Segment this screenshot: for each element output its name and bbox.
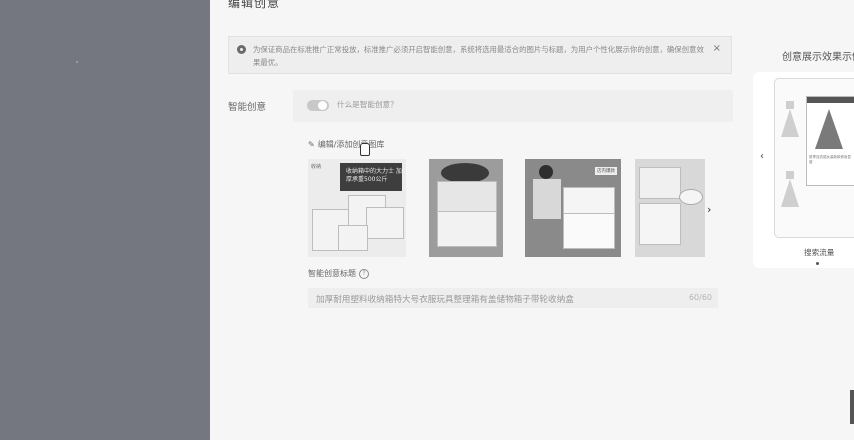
storage-box <box>639 167 681 199</box>
smart-title-label: 智能创意标题? <box>308 268 369 279</box>
creative-image-3[interactable]: 店内爆款 <box>525 159 621 257</box>
info-icon <box>237 45 246 54</box>
dress-thumbnail <box>781 109 799 137</box>
pillow <box>679 189 703 205</box>
popup-header <box>807 97 854 103</box>
notice-banner: 为保证商品在标准推广正常投放，标准推广必须开启智能创意，系统将选用最适合的图片与… <box>228 36 732 74</box>
char-counter: 60/60 <box>688 293 712 302</box>
preview-caption: 搜索流量 <box>804 248 835 257</box>
what-is-smart-creative-link[interactable]: 什么是智能创意？ <box>337 99 398 110</box>
storage-box <box>639 203 681 245</box>
storage-box <box>338 225 368 251</box>
storage-box <box>437 211 497 247</box>
edit-gallery-link[interactable]: ✎ 编辑/添加创意图库 <box>308 139 384 150</box>
hand-cursor-icon <box>360 143 370 156</box>
left-sidebar-overlay <box>0 0 210 440</box>
chevron-right-icon[interactable]: › <box>707 203 711 216</box>
smart-creative-toggle[interactable] <box>307 100 329 111</box>
person-body <box>533 179 561 219</box>
creative-image-2[interactable] <box>429 159 503 257</box>
storage-box <box>563 187 615 215</box>
scrollbar[interactable] <box>850 390 854 424</box>
person-head <box>539 165 553 179</box>
promo-banner-text: 收纳箱中的大力士 加厚承重500公斤 <box>346 168 402 183</box>
sidebar-dot <box>76 61 78 63</box>
preview-title: 创意展示效果示例 <box>782 52 854 63</box>
carousel-dot[interactable] <box>816 262 819 265</box>
help-icon[interactable]: ? <box>359 268 369 279</box>
smart-creative-label: 智能创意 <box>228 102 267 113</box>
dress-top <box>786 171 794 179</box>
notice-text: 为保证商品在标准推广正常投放，标准推广必须开启智能创意，系统将选用最适合的图片与… <box>253 45 704 67</box>
storage-box <box>563 213 615 249</box>
edit-creative-panel: 编辑创意 为保证商品在标准推广正常投放，标准推广必须开启智能创意，系统将选用最适… <box>210 0 854 440</box>
dress-top <box>786 101 794 109</box>
close-icon[interactable]: × <box>713 43 721 54</box>
smart-title-label-text: 智能创意标题 <box>308 269 356 278</box>
pencil-icon: ✎ <box>308 140 315 149</box>
toggle-knob <box>318 101 327 110</box>
creative-image-1[interactable]: 收纳 收纳箱中的大力士 加厚承重500公斤 <box>308 159 406 257</box>
plant <box>441 163 489 183</box>
smart-title-value: 加厚耐用塑料收纳箱特大号衣服玩具整理箱有盖储物箱子带轮收纳盒 <box>316 295 574 305</box>
page-title: 编辑创意 <box>228 0 281 10</box>
preview-popup-card: 夏季连衣裙女装新款修身显瘦 <box>806 96 854 186</box>
smart-title-input[interactable]: 加厚耐用塑料收纳箱特大号衣服玩具整理箱有盖储物箱子带轮收纳盒 60/60 <box>308 288 718 308</box>
smart-creative-row: 什么是智能创意？ <box>293 90 733 122</box>
chevron-left-icon[interactable]: ‹ <box>760 151 764 162</box>
edit-gallery-label: 编辑/添加创意图库 <box>317 140 385 149</box>
storage-box <box>437 181 497 213</box>
popup-text: 夏季连衣裙女装新款修身显瘦 <box>809 155 851 164</box>
brand-logo: 收纳 <box>311 164 322 170</box>
dress-image <box>815 109 843 149</box>
storage-box <box>366 207 404 239</box>
creative-image-4[interactable] <box>635 159 705 257</box>
hot-badge: 店内爆款 <box>595 167 617 175</box>
dress-thumbnail <box>781 179 799 207</box>
